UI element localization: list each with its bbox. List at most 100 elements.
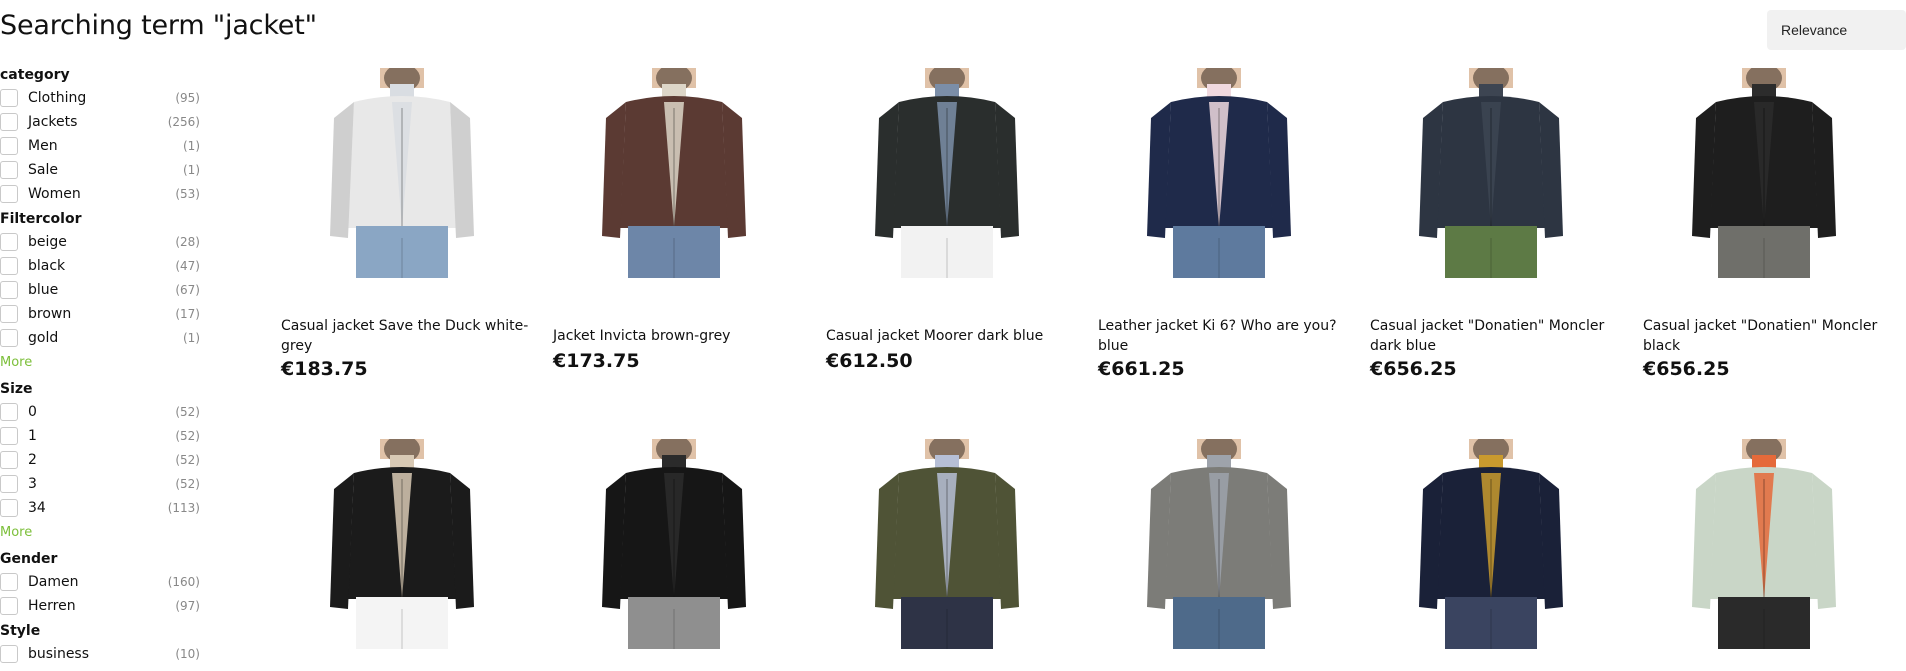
product-image[interactable] [1089, 64, 1349, 278]
filter-option-label: Sale [28, 162, 58, 178]
product-card[interactable]: Casual jacket "Donatien" Moncler dark bl… [1361, 64, 1621, 380]
filter-option[interactable]: beige (28) [0, 230, 200, 254]
product-card[interactable] [817, 435, 1077, 649]
product-price: €656.25 [1370, 358, 1457, 380]
filter-checkbox[interactable] [0, 113, 18, 131]
filter-option[interactable]: gold (1) [0, 326, 200, 350]
filter-option-count: (67) [175, 283, 200, 297]
filter-checkbox[interactable] [0, 573, 18, 591]
product-name[interactable]: Jacket Invicta brown-grey [553, 326, 803, 346]
filter-checkbox[interactable] [0, 499, 18, 517]
filter-option[interactable]: 0 (52) [0, 400, 200, 424]
product-name[interactable]: Casual jacket "Donatien" Moncler black [1643, 316, 1893, 356]
filter-option-count: (10) [175, 647, 200, 661]
filter-checkbox[interactable] [0, 89, 18, 107]
filter-option-count: (1) [183, 163, 200, 177]
filter-option[interactable]: brown (17) [0, 302, 200, 326]
filter-group-0: category Clothing (95) Jackets (256) Men (1) Sa… [0, 64, 200, 206]
product-image[interactable] [817, 64, 1077, 278]
filter-option-label: black [28, 258, 66, 274]
filter-option[interactable]: blue (67) [0, 278, 200, 302]
product-name[interactable]: Casual jacket Moorer dark blue [826, 326, 1076, 346]
product-price: €612.50 [826, 350, 913, 372]
filter-option-label: 0 [28, 404, 37, 420]
filter-option-label: Men [28, 138, 58, 154]
filter-option-label: Herren [28, 598, 76, 614]
product-name[interactable]: Casual jacket Save the Duck white-grey [281, 316, 531, 356]
sort-select[interactable]: Relevance [1767, 10, 1906, 50]
filter-option[interactable]: 1 (52) [0, 424, 200, 448]
filter-checkbox[interactable] [0, 403, 18, 421]
filter-option-count: (1) [183, 139, 200, 153]
filter-checkbox[interactable] [0, 451, 18, 469]
product-name[interactable]: Casual jacket "Donatien" Moncler dark bl… [1370, 316, 1620, 356]
product-name[interactable]: Leather jacket Ki 6? Who are you? blue [1098, 316, 1348, 356]
product-card[interactable] [1634, 435, 1894, 649]
product-price: €173.75 [553, 350, 640, 372]
filter-option[interactable]: Jackets (256) [0, 110, 200, 134]
product-card[interactable]: Casual jacket Save the Duck white-grey €1… [272, 64, 532, 380]
filter-checkbox[interactable] [0, 161, 18, 179]
filter-checkbox[interactable] [0, 427, 18, 445]
product-card[interactable]: Casual jacket "Donatien" Moncler black €6… [1634, 64, 1894, 380]
product-image[interactable] [544, 64, 804, 278]
product-image[interactable] [1634, 435, 1894, 649]
filter-checkbox[interactable] [0, 257, 18, 275]
filter-group-2: Size 0 (52) 1 (52) 2 (52) 3 (52) 34 (113) More [0, 378, 200, 546]
filter-option-count: (256) [167, 115, 200, 129]
filter-option[interactable]: 2 (52) [0, 448, 200, 472]
filter-group-1: Filtercolor beige (28) black (47) blue (67) bro… [0, 208, 200, 376]
product-image[interactable] [1089, 435, 1349, 649]
filter-option-count: (28) [175, 235, 200, 249]
filter-option-label: Clothing [28, 90, 87, 106]
product-card[interactable]: Casual jacket Moorer dark blue €612.50 [817, 64, 1077, 372]
filter-checkbox[interactable] [0, 137, 18, 155]
filter-option-label: 2 [28, 452, 37, 468]
filter-option[interactable]: Clothing (95) [0, 86, 200, 110]
filter-checkbox[interactable] [0, 329, 18, 347]
filter-option[interactable]: 3 (52) [0, 472, 200, 496]
product-card[interactable] [1089, 435, 1349, 649]
filter-option[interactable]: Damen (160) [0, 570, 200, 594]
filter-checkbox[interactable] [0, 597, 18, 615]
filter-option-label: beige [28, 234, 67, 250]
filter-option[interactable]: 34 (113) [0, 496, 200, 520]
filter-option[interactable]: Men (1) [0, 134, 200, 158]
filter-more-link[interactable]: More [0, 520, 200, 546]
filter-option-label: Damen [28, 574, 79, 590]
product-image[interactable] [544, 435, 804, 649]
filter-checkbox[interactable] [0, 281, 18, 299]
filter-option[interactable]: black (47) [0, 254, 200, 278]
product-card[interactable]: Leather jacket Ki 6? Who are you? blue €6… [1089, 64, 1349, 380]
product-card[interactable]: Jacket Invicta brown-grey €173.75 [544, 64, 804, 372]
filter-option[interactable]: business (10) [0, 642, 200, 666]
filter-option-label: 1 [28, 428, 37, 444]
product-card[interactable] [1361, 435, 1621, 649]
product-image[interactable] [1361, 435, 1621, 649]
filter-option[interactable]: Herren (97) [0, 594, 200, 618]
filter-option-label: brown [28, 306, 72, 322]
product-image[interactable] [272, 64, 532, 278]
product-card[interactable] [272, 435, 532, 649]
product-price: €661.25 [1098, 358, 1185, 380]
product-card[interactable] [544, 435, 804, 649]
filter-checkbox[interactable] [0, 645, 18, 663]
filter-sidebar: category Clothing (95) Jackets (256) Men (1) Sa… [0, 64, 200, 668]
filter-more-link[interactable]: More [0, 350, 200, 376]
product-image[interactable] [1634, 64, 1894, 278]
filter-option-count: (47) [175, 259, 200, 273]
filter-checkbox[interactable] [0, 233, 18, 251]
filter-option-count: (160) [167, 575, 200, 589]
filter-option[interactable]: Women (53) [0, 182, 200, 206]
product-price: €183.75 [281, 358, 368, 380]
filter-group-title: Size [0, 381, 33, 397]
product-image[interactable] [1361, 64, 1621, 278]
filter-checkbox[interactable] [0, 475, 18, 493]
filter-group-title: category [0, 67, 70, 83]
filter-option-count: (52) [175, 477, 200, 491]
product-image[interactable] [272, 435, 532, 649]
filter-option[interactable]: Sale (1) [0, 158, 200, 182]
product-image[interactable] [817, 435, 1077, 649]
filter-checkbox[interactable] [0, 305, 18, 323]
filter-checkbox[interactable] [0, 185, 18, 203]
